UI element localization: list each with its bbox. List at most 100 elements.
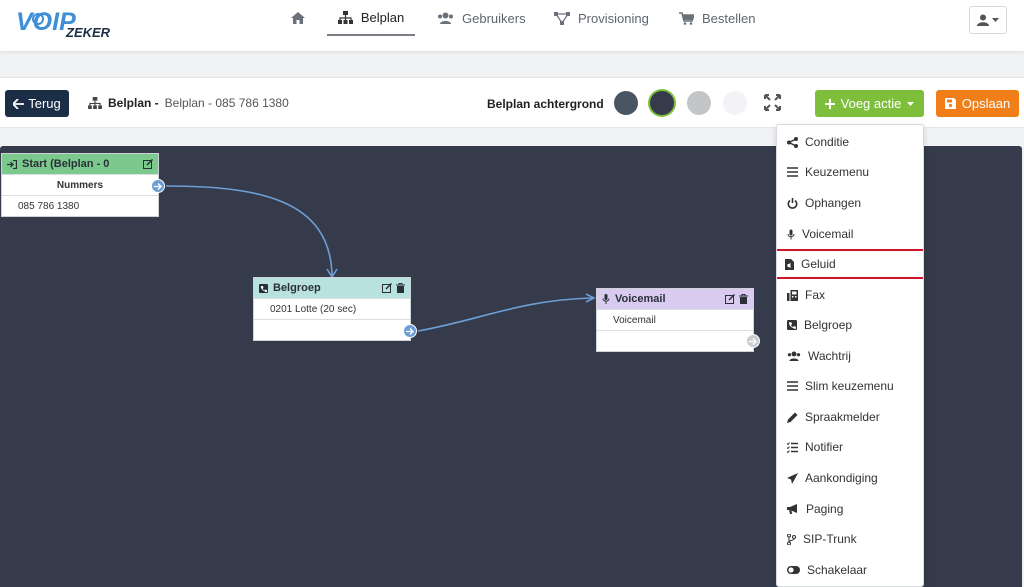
nav-gebruikers-label: Gebruikers [462, 10, 526, 26]
nav-bestellen-label: Bestellen [702, 10, 756, 26]
menu-item-label: Belgroep [804, 318, 853, 332]
user-menu-button[interactable] [969, 6, 1007, 34]
arrow-right-icon [406, 327, 414, 335]
add-action-label: Voeg actie [840, 96, 902, 111]
save-icon [944, 98, 956, 109]
belgroep-node-member: 0201 Lotte (20 sec) [254, 298, 410, 319]
trash-icon[interactable] [396, 283, 405, 293]
menu-item-label: Keuzemenu [805, 165, 870, 179]
menu-item-geluid[interactable]: Geluid [777, 249, 923, 279]
arrow-left-icon [13, 98, 25, 109]
belgroep-node-header[interactable]: Belgroep [254, 278, 410, 298]
trash-icon[interactable] [739, 294, 748, 304]
background-swatch-dark[interactable] [650, 91, 674, 115]
sitemap-icon [88, 97, 102, 109]
menu-item-label: Slim keuzemenu [805, 379, 894, 393]
edit-icon[interactable] [725, 294, 735, 304]
menu-item-voicemail[interactable]: Voicemail [777, 219, 923, 249]
top-navigation: VOIP ZEKER Belplan Gebruikers Provisioni… [0, 0, 1024, 52]
menu-item-label: Paging [806, 502, 844, 516]
menu-item-conditie[interactable]: Conditie [777, 127, 923, 157]
belgroep-node-title: Belgroep [273, 282, 321, 294]
expand-icon[interactable] [764, 94, 781, 111]
save-button-label: Opslaan [961, 96, 1011, 111]
nav-bestellen[interactable]: Bestellen [679, 0, 755, 36]
start-node[interactable]: Start (Belplan - 0 Nummers 085 786 1380 [1, 153, 159, 217]
background-swatch-light[interactable] [723, 91, 747, 115]
start-node-output-port[interactable] [151, 179, 165, 193]
background-label: Belplan achtergrond [487, 97, 604, 111]
paper-plane-icon [787, 472, 798, 484]
menu-item-paging[interactable]: Paging [777, 494, 923, 524]
plus-icon [824, 98, 835, 109]
phone-square-icon [259, 283, 268, 293]
sign-in-icon [7, 159, 17, 169]
nav-home[interactable] [291, 0, 305, 36]
start-node-header[interactable]: Start (Belplan - 0 [2, 154, 158, 174]
breadcrumb-page: Belplan - 085 786 1380 [164, 96, 289, 110]
menu-item-label: Aankondiging [805, 471, 878, 485]
voicemail-node-header[interactable]: Voicemail [597, 289, 753, 309]
menu-item-label: Fax [805, 288, 826, 302]
nav-provisioning-label: Provisioning [578, 10, 649, 26]
menu-item-ophangen[interactable]: Ophangen [777, 188, 923, 218]
caret-down-icon [907, 101, 915, 106]
belgroep-node-empty-row [254, 319, 410, 340]
home-icon [291, 12, 305, 24]
menu-item-label: Notifier [805, 440, 844, 454]
arrow-right-icon [154, 182, 162, 190]
background-swatch-slate[interactable] [614, 91, 638, 115]
menu-item-slim-keuzemenu[interactable]: Slim keuzemenu [777, 371, 923, 401]
menu-item-label: Conditie [805, 135, 850, 149]
start-node-title: Start (Belplan - 0 [22, 158, 110, 170]
code-branch-icon [787, 533, 796, 545]
nav-gebruikers[interactable]: Gebruikers [437, 0, 526, 36]
menu-item-spraakmelder[interactable]: Spraakmelder [777, 402, 923, 432]
voicemail-node-title: Voicemail [615, 293, 666, 305]
menu-item-label: SIP-Trunk [803, 532, 857, 546]
background-swatch-grey[interactable] [687, 91, 711, 115]
users-icon [438, 12, 453, 24]
pen-icon [787, 412, 798, 423]
bullhorn-icon [787, 503, 797, 514]
fax-icon [787, 289, 798, 301]
voipzeker-logo[interactable]: VOIP ZEKER [16, 6, 120, 40]
menu-item-keuzemenu[interactable]: Keuzemenu [777, 157, 923, 187]
menu-item-label: Voicemail [802, 227, 854, 241]
belgroep-node[interactable]: Belgroep 0201 Lotte (20 sec) [253, 277, 411, 341]
menu-item-schakelaar[interactable]: Schakelaar [777, 555, 923, 585]
edit-icon[interactable] [143, 159, 153, 169]
file-audio-icon [785, 258, 794, 270]
menu-item-label: Spraakmelder [805, 410, 880, 424]
belplan-toolbar: Terug Belplan - Belplan - 085 786 1380 B… [0, 77, 1024, 128]
network-icon [554, 11, 570, 25]
menu-item-wachtrij[interactable]: Wachtrij [777, 341, 923, 371]
toggle-icon [787, 566, 800, 574]
nav-belplan[interactable]: Belplan [327, 0, 415, 36]
users-icon [787, 351, 801, 361]
nav-provisioning[interactable]: Provisioning [554, 0, 649, 36]
back-button[interactable]: Terug [5, 90, 69, 117]
voicemail-node-output-port[interactable] [746, 334, 760, 348]
start-node-number: 085 786 1380 [2, 195, 158, 216]
nav-belplan-label: Belplan [360, 9, 405, 25]
edit-icon[interactable] [382, 283, 392, 293]
menu-item-fax[interactable]: Fax [777, 280, 923, 310]
save-button[interactable]: Opslaan [936, 90, 1019, 117]
voicemail-node[interactable]: Voicemail Voicemail [596, 288, 754, 352]
microphone-icon [787, 229, 795, 239]
caret-down-icon [992, 18, 999, 22]
menu-item-sip-trunk[interactable]: SIP-Trunk [777, 524, 923, 554]
tasks-icon [787, 441, 798, 453]
sitemap-icon [337, 10, 353, 24]
back-button-label: Terug [28, 96, 61, 111]
power-icon [787, 197, 798, 209]
menu-item-aankondiging[interactable]: Aankondiging [777, 463, 923, 493]
start-node-label: Nummers [2, 174, 158, 195]
add-action-button[interactable]: Voeg actie [815, 90, 924, 117]
menu-item-belgroep[interactable]: Belgroep [777, 310, 923, 340]
belgroep-node-output-port[interactable] [403, 324, 417, 338]
list-icon [787, 167, 798, 177]
cart-icon [679, 11, 694, 25]
menu-item-notifier[interactable]: Notifier [777, 432, 923, 462]
